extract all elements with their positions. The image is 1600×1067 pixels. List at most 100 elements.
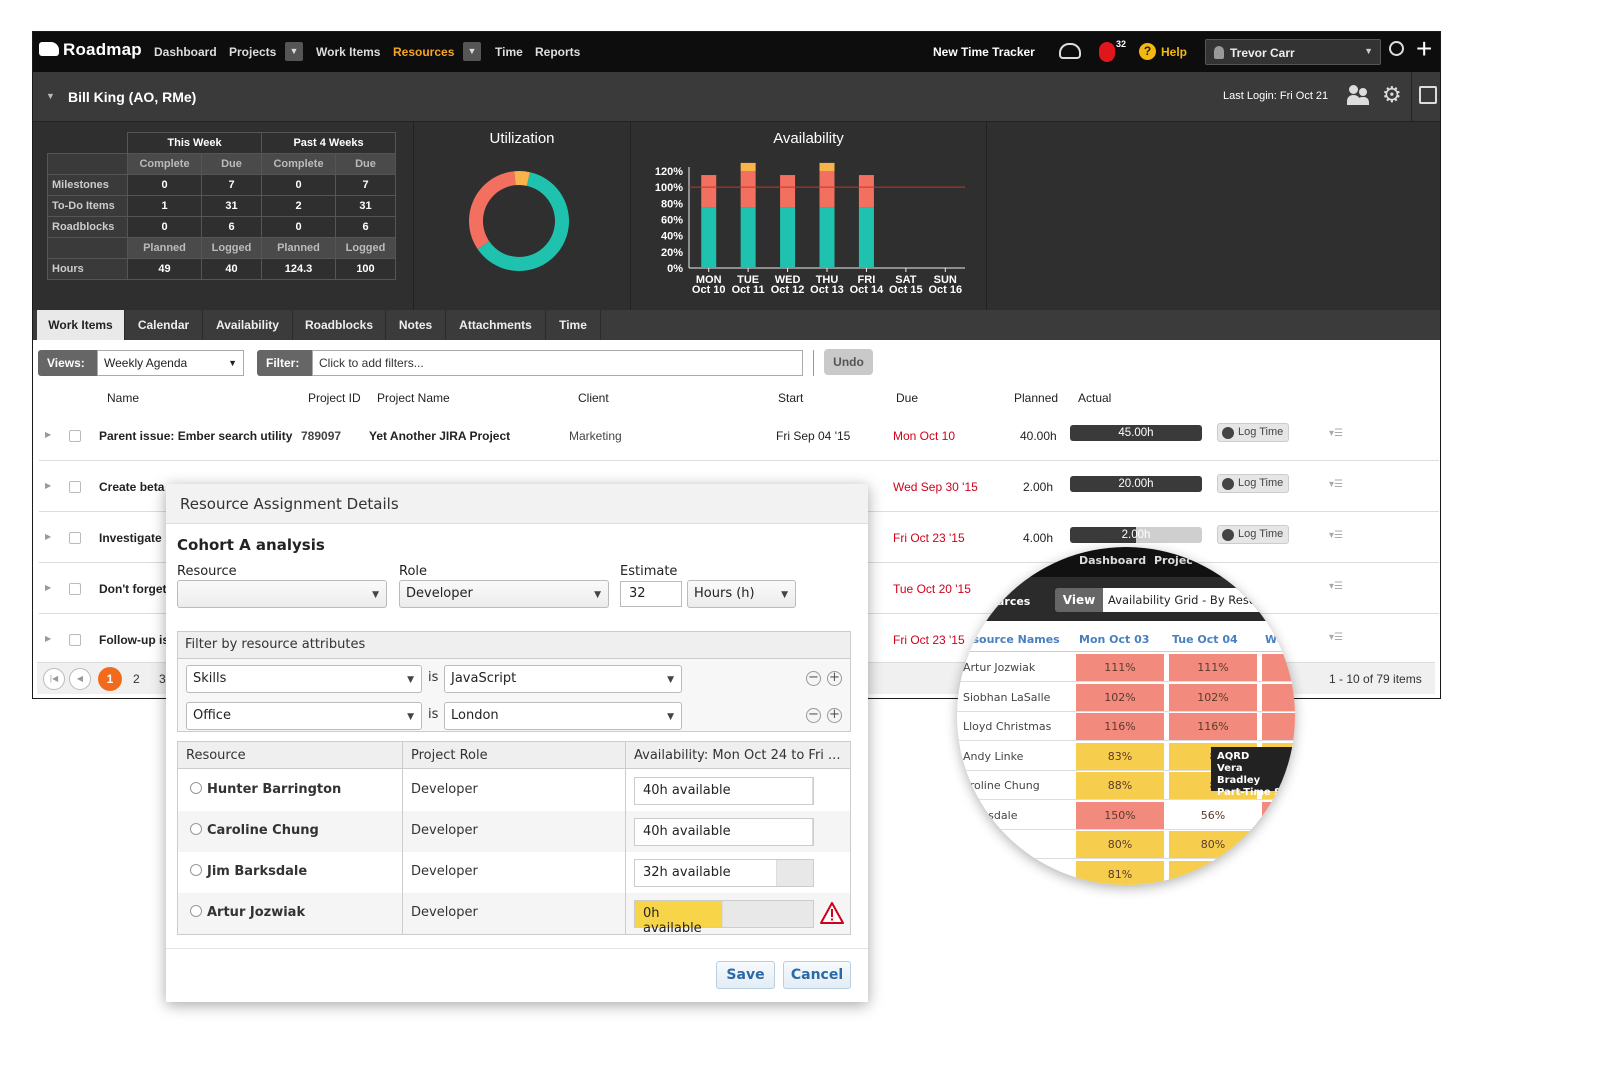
expand-icon[interactable]: ▶ xyxy=(45,532,51,541)
page-current[interactable]: 1 xyxy=(98,667,122,691)
lens-resources-tab[interactable]: ources xyxy=(989,595,1030,608)
lens-grid-row[interactable]: Barksdale 150% 56% xyxy=(957,801,1295,830)
lens-cell[interactable]: 116% xyxy=(1076,713,1164,740)
prev-page-icon[interactable]: ◀ xyxy=(69,668,91,690)
new-time-tracker-link[interactable]: New Time Tracker xyxy=(933,45,1035,59)
lens-grid-row[interactable]: Artur Jozwiak 111% 111% xyxy=(957,653,1295,682)
help-link[interactable]: Help xyxy=(1161,45,1187,59)
row-name[interactable]: Investigate xyxy=(99,531,162,545)
row-project-name[interactable]: Yet Another JIRA Project xyxy=(369,429,510,443)
filter-input[interactable]: Click to add filters... xyxy=(312,350,803,376)
row-menu-icon[interactable]: ▾☰ xyxy=(1329,632,1343,643)
column-client[interactable]: Client xyxy=(578,391,609,405)
nav-dashboard[interactable]: Dashboard xyxy=(154,45,217,59)
column-project-id[interactable]: Project ID xyxy=(308,391,361,405)
lens-cell[interactable] xyxy=(1262,831,1295,858)
projects-dropdown-icon[interactable]: ▼ xyxy=(285,42,303,61)
lens-cell[interactable] xyxy=(1262,801,1295,829)
lens-col-2[interactable]: Tue Oct 04 xyxy=(1172,633,1238,646)
resource-radio[interactable] xyxy=(190,905,202,917)
lens-grid-row[interactable]: Lloyd Christmas 116% 116% xyxy=(957,712,1295,741)
lens-cell[interactable]: 150% xyxy=(1076,801,1164,829)
cancel-button[interactable]: Cancel xyxy=(783,961,851,989)
gear-icon[interactable]: ⚙ xyxy=(1382,84,1402,106)
nav-time[interactable]: Time xyxy=(495,45,523,59)
search-icon[interactable] xyxy=(1389,41,1404,56)
resource-radio[interactable] xyxy=(190,864,202,876)
resource-row[interactable]: Artur Jozwiak Developer 0h available xyxy=(178,893,850,936)
row-menu-icon[interactable]: ▾☰ xyxy=(1329,479,1343,490)
log-time-button[interactable]: Log Time xyxy=(1217,474,1289,493)
row-name[interactable]: Parent issue: Ember search utility xyxy=(99,429,292,443)
nav-reports[interactable]: Reports xyxy=(535,45,580,59)
roadmap-logo[interactable]: Roadmap xyxy=(39,40,142,60)
remove-filter-icon[interactable]: − xyxy=(806,671,821,686)
expand-icon[interactable]: ▶ xyxy=(45,583,51,592)
user-menu[interactable]: Trevor Carr ▼ xyxy=(1205,39,1381,65)
lens-cell[interactable]: 80% xyxy=(1076,831,1164,858)
share-icon[interactable] xyxy=(1419,86,1437,104)
unit-select[interactable]: Hours (h) ▼ xyxy=(687,580,796,608)
lens-nav-projects[interactable]: Projec xyxy=(1154,554,1193,567)
lens-col-3[interactable]: We xyxy=(1265,633,1284,646)
column-due[interactable]: Due xyxy=(896,391,918,405)
cloud-icon[interactable] xyxy=(1059,43,1081,59)
lens-cell[interactable] xyxy=(1262,713,1295,740)
lens-cell[interactable]: 83% xyxy=(1076,742,1164,770)
lens-cell[interactable] xyxy=(1262,683,1295,711)
page-link[interactable]: 3 xyxy=(159,672,166,686)
column-name[interactable]: Name xyxy=(107,391,139,405)
lens-cell[interactable]: 80% xyxy=(1169,831,1257,858)
lens-cell[interactable]: 88% xyxy=(1076,772,1164,799)
row-name[interactable]: Create beta xyxy=(99,480,164,494)
row-checkbox[interactable] xyxy=(69,430,81,442)
add-filter-icon[interactable]: + xyxy=(827,671,842,686)
tab-roadblocks[interactable]: Roadblocks xyxy=(293,310,386,340)
lens-nav-dashboard[interactable]: Dashboard xyxy=(1079,554,1146,567)
resource-select[interactable]: ▼ xyxy=(177,580,387,608)
resource-row[interactable]: Jim Barksdale Developer 32h available xyxy=(178,852,850,893)
tab-availability[interactable]: Availability xyxy=(203,310,293,340)
table-row[interactable]: ▶ Parent issue: Ember search utility 789… xyxy=(39,410,1439,461)
lens-cell[interactable]: 81% xyxy=(1076,860,1164,885)
log-time-button[interactable]: Log Time xyxy=(1217,525,1289,544)
lens-cell[interactable]: 116% xyxy=(1169,713,1257,740)
filter-attribute-select[interactable]: Skills ▼ xyxy=(186,665,422,693)
estimate-input[interactable]: 32 xyxy=(620,581,682,607)
lens-cell[interactable]: 111% xyxy=(1169,654,1257,681)
row-checkbox[interactable] xyxy=(69,481,81,493)
filter-value-select[interactable]: JavaScript ▼ xyxy=(444,665,682,693)
expand-icon[interactable]: ▶ xyxy=(45,481,51,490)
tab-calendar[interactable]: Calendar xyxy=(125,310,203,340)
row-menu-icon[interactable]: ▾☰ xyxy=(1329,428,1343,439)
lens-cell[interactable] xyxy=(1169,860,1257,885)
row-menu-icon[interactable]: ▾☰ xyxy=(1329,530,1343,541)
resources-dropdown-icon[interactable]: ▼ xyxy=(463,42,481,61)
lens-cell[interactable]: 56% xyxy=(1169,801,1257,829)
resource-row[interactable]: Hunter Barrington Developer 40h availabl… xyxy=(178,770,850,811)
tab-work-items[interactable]: Work Items xyxy=(37,310,125,340)
lens-grid-row[interactable]: 81% xyxy=(957,860,1295,885)
lens-col-1[interactable]: Mon Oct 03 xyxy=(1079,633,1149,646)
resource-radio[interactable] xyxy=(190,782,202,794)
expand-icon[interactable]: ▶ xyxy=(45,430,51,439)
page-link[interactable]: 2 xyxy=(133,672,140,686)
lens-col-names[interactable]: esource Names xyxy=(965,633,1060,646)
column-actual[interactable]: Actual xyxy=(1078,391,1111,405)
column-start[interactable]: Start xyxy=(778,391,803,405)
lens-cell[interactable]: 111% xyxy=(1076,654,1164,681)
log-time-button[interactable]: Log Time xyxy=(1217,423,1289,442)
resource-radio[interactable] xyxy=(190,823,202,835)
lens-cell[interactable] xyxy=(1262,860,1295,885)
remove-filter-icon[interactable]: − xyxy=(806,708,821,723)
help-icon[interactable]: ? xyxy=(1139,43,1156,60)
row-name[interactable]: Don't forget xyxy=(99,582,167,596)
lens-view-select[interactable]: Availability Grid - By Resou xyxy=(1103,588,1293,612)
lens-view-button[interactable]: View xyxy=(1055,588,1103,612)
views-select[interactable]: Weekly Agenda ▼ xyxy=(97,350,244,376)
row-checkbox[interactable] xyxy=(69,532,81,544)
first-page-icon[interactable]: |◀ xyxy=(43,668,65,690)
row-menu-icon[interactable]: ▾☰ xyxy=(1329,581,1343,592)
nav-resources[interactable]: Resources xyxy=(393,45,454,59)
collapse-icon[interactable]: ▼ xyxy=(46,91,55,101)
